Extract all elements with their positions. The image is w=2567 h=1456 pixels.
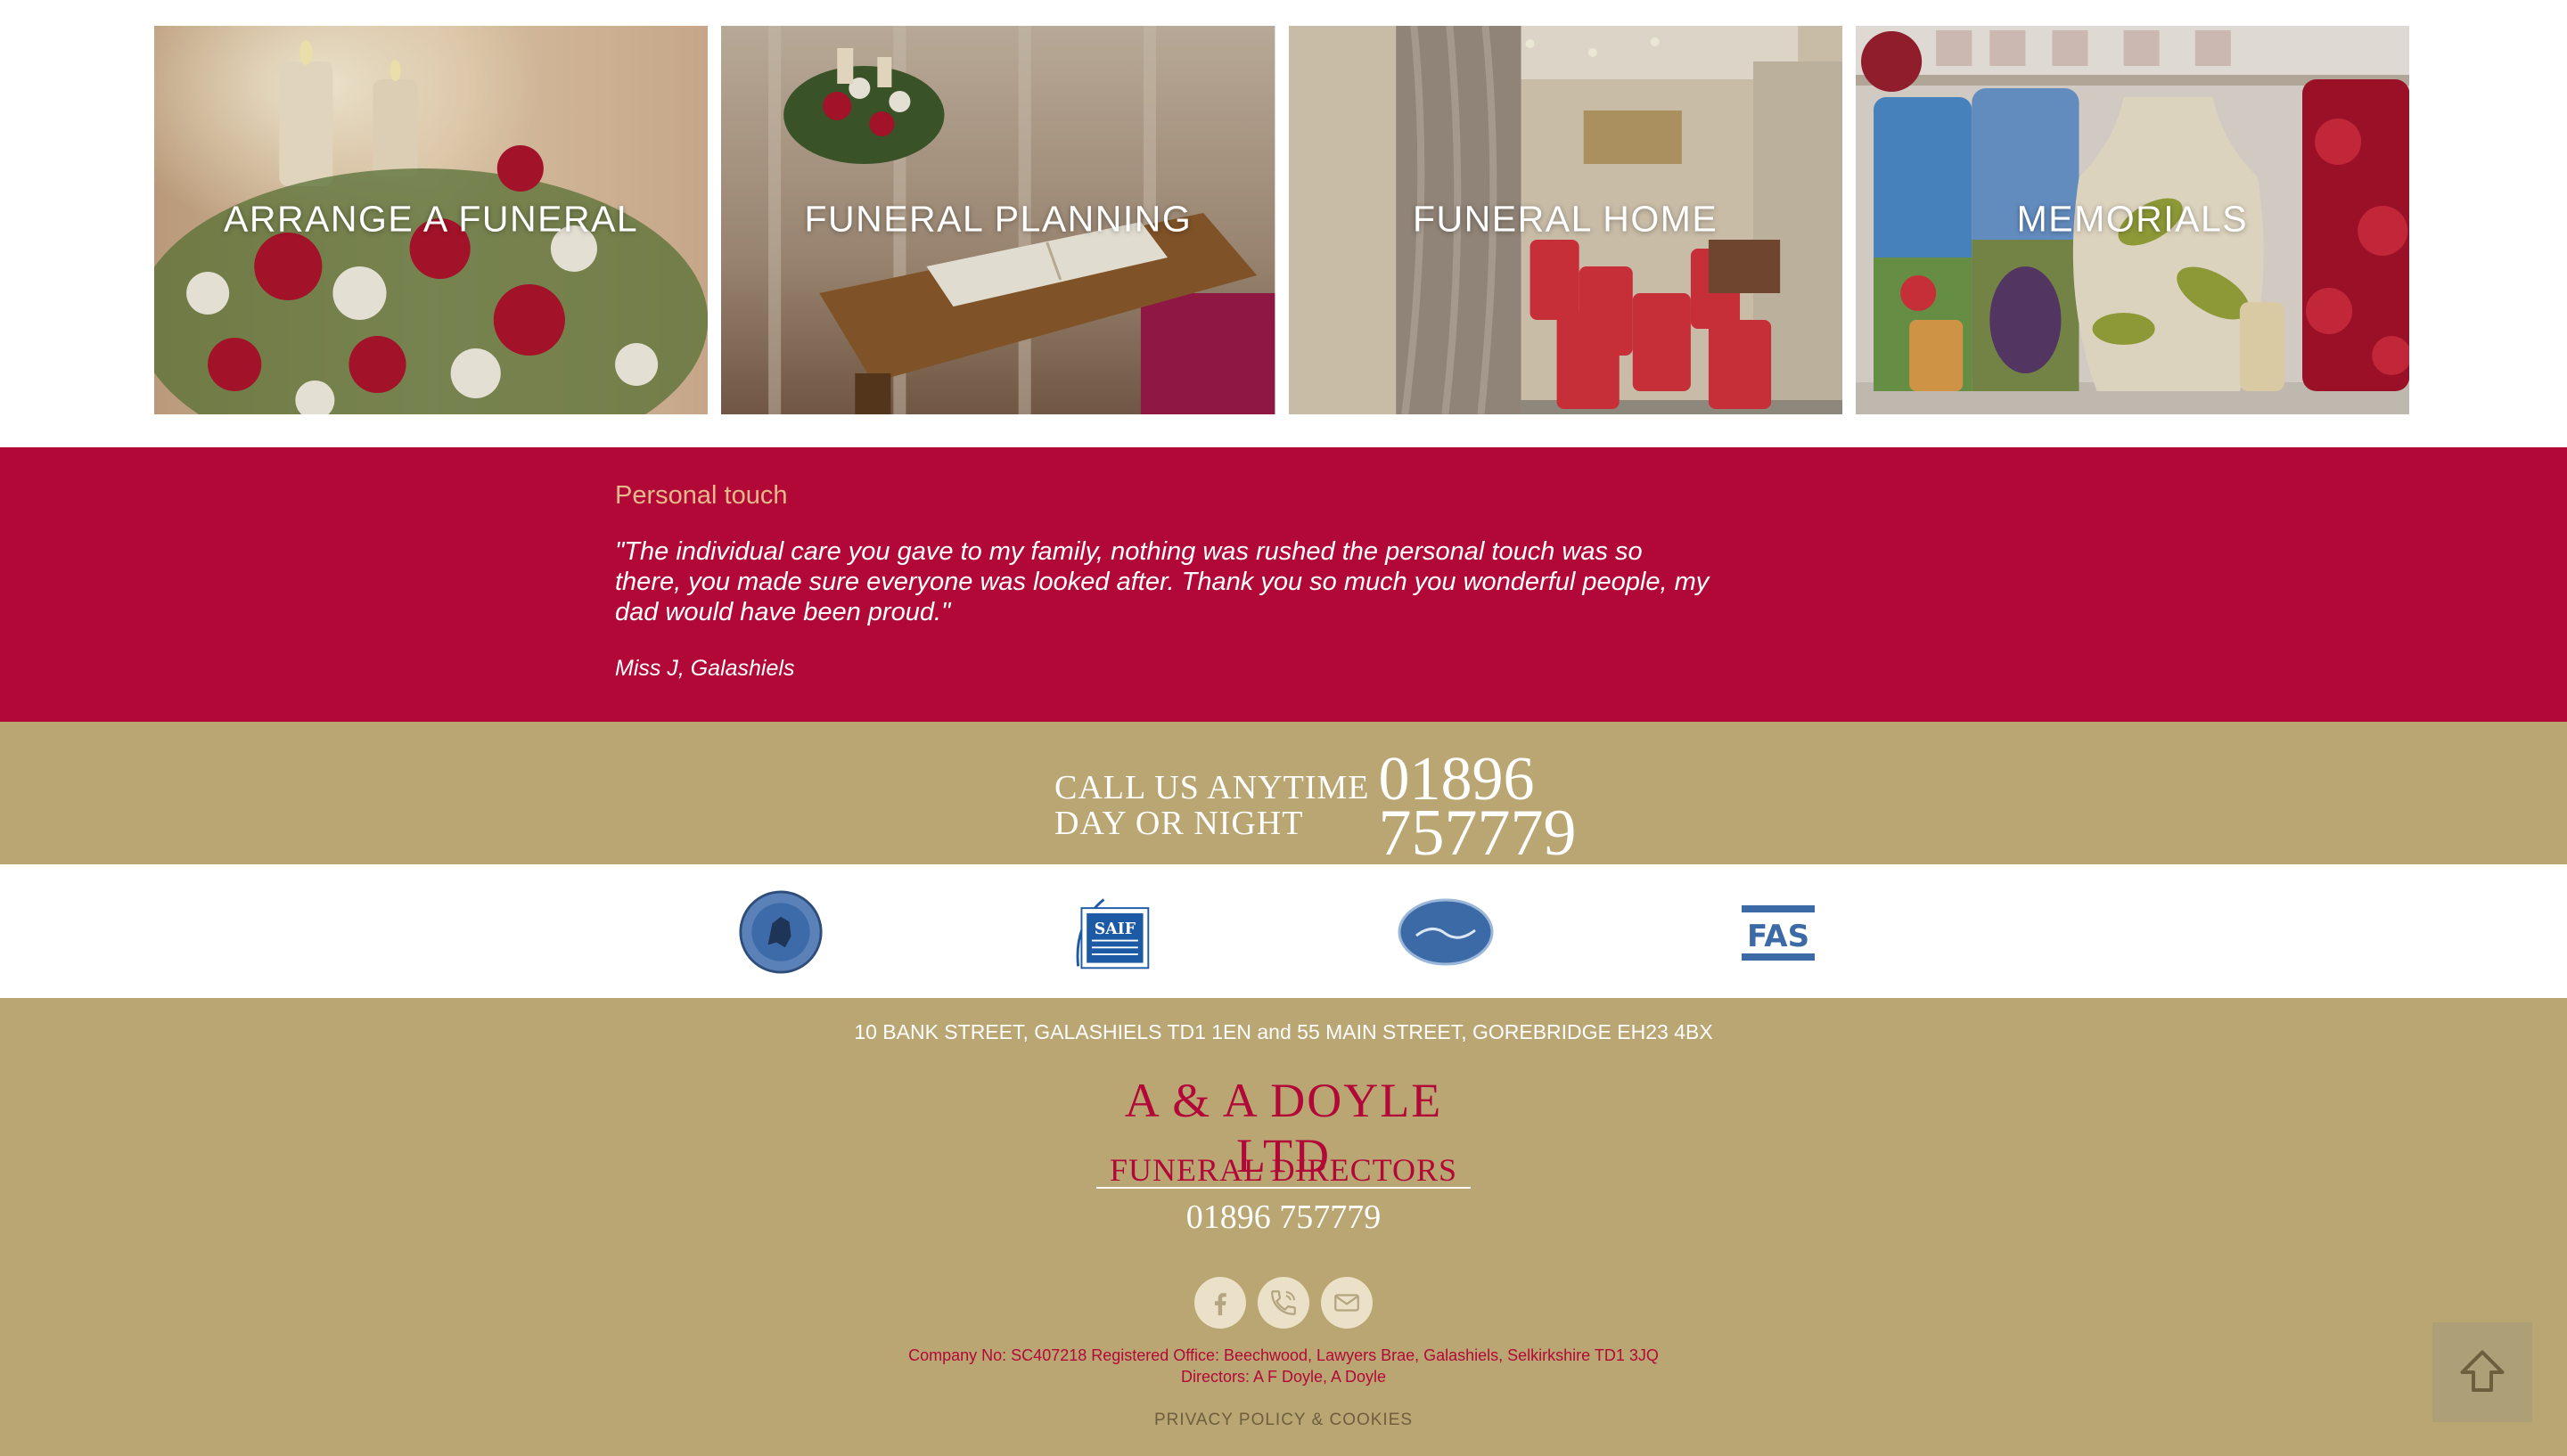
company-registration: Company No: SC407218 Registered Office: … [908, 1346, 1659, 1364]
phone-icon [1271, 1290, 1296, 1315]
svg-text:FAS: FAS [1747, 919, 1809, 954]
saif-badge[interactable]: SAIF [1070, 889, 1164, 975]
facebook-icon [1214, 1293, 1226, 1316]
tile-label: ARRANGE A FUNERAL [224, 198, 639, 240]
testimonial-author: Miss J, Galashiels [615, 656, 795, 681]
svg-text:SAIF: SAIF [1095, 920, 1136, 938]
footer-phone[interactable]: 01896 757779 [0, 1198, 2567, 1237]
tile-label: FUNERAL PLANNING [804, 198, 1193, 240]
tile-funeral-planning[interactable]: FUNERAL PLANNING [721, 26, 1275, 414]
fas-badge[interactable]: FAS [1738, 889, 1818, 975]
testimonial-section: Personal touch "The individual care you … [0, 447, 2567, 722]
phone-button[interactable] [1258, 1277, 1309, 1329]
call-band: CALL US ANYTIME DAY OR NIGHT 01896 75777… [0, 722, 2567, 870]
testimonial-content: Personal touch "The individual care you … [615, 481, 1711, 682]
service-tiles: ARRANGE A FUNERAL FUNERAL PLANNING FUNER… [154, 26, 2409, 414]
facebook-button[interactable] [1194, 1277, 1246, 1329]
call-us-text: CALL US ANYTIME DAY OR NIGHT [1054, 770, 1369, 841]
footer-address: 10 BANK STREET, GALASHIELS TD1 1EN and 5… [854, 1020, 1713, 1043]
tile-arrange-a-funeral[interactable]: ARRANGE A FUNERAL [154, 26, 709, 414]
call-us-block[interactable]: CALL US ANYTIME DAY OR NIGHT 01896 75777… [1054, 740, 1577, 870]
privacy-policy-link[interactable]: PRIVACY POLICY & COOKIES [0, 1411, 2567, 1430]
day-or-night-line: DAY OR NIGHT [1054, 805, 1304, 842]
back-to-top-button[interactable] [2432, 1322, 2532, 1422]
testimonial-heading: Personal touch [615, 481, 788, 510]
call-number[interactable]: 01896 757779 [1378, 748, 1577, 870]
company-directors: Directors: A F Doyle, A Doyle [1180, 1368, 1387, 1386]
social-links [0, 1277, 2567, 1329]
testimonial-quote: "The individual care you gave to my fami… [615, 537, 1710, 626]
call-us-line: CALL US ANYTIME [1054, 769, 1370, 806]
brand-subtitle: FUNERAL DIRECTORS [1109, 1152, 1458, 1188]
naff-badge[interactable] [738, 889, 824, 975]
good-funeral-guide-badge[interactable] [1397, 889, 1495, 975]
call-number-part2: 757779 [1378, 797, 1577, 870]
arrow-up-icon [2460, 1350, 2505, 1392]
tile-funeral-home[interactable]: FUNERAL HOME [1288, 26, 1842, 414]
footer: 10 BANK STREET, GALASHIELS TD1 1EN and 5… [0, 998, 2567, 1456]
accreditation-badges: SAIF FAS [0, 864, 2567, 998]
tile-label: MEMORIALS [2016, 198, 2249, 240]
email-icon [1334, 1294, 1359, 1312]
company-info: Company No: SC407218 Registered Office: … [0, 1345, 2567, 1387]
tile-memorials[interactable]: MEMORIALS [1855, 26, 2409, 414]
tile-label: FUNERAL HOME [1413, 198, 1718, 240]
email-button[interactable] [1321, 1277, 1373, 1329]
